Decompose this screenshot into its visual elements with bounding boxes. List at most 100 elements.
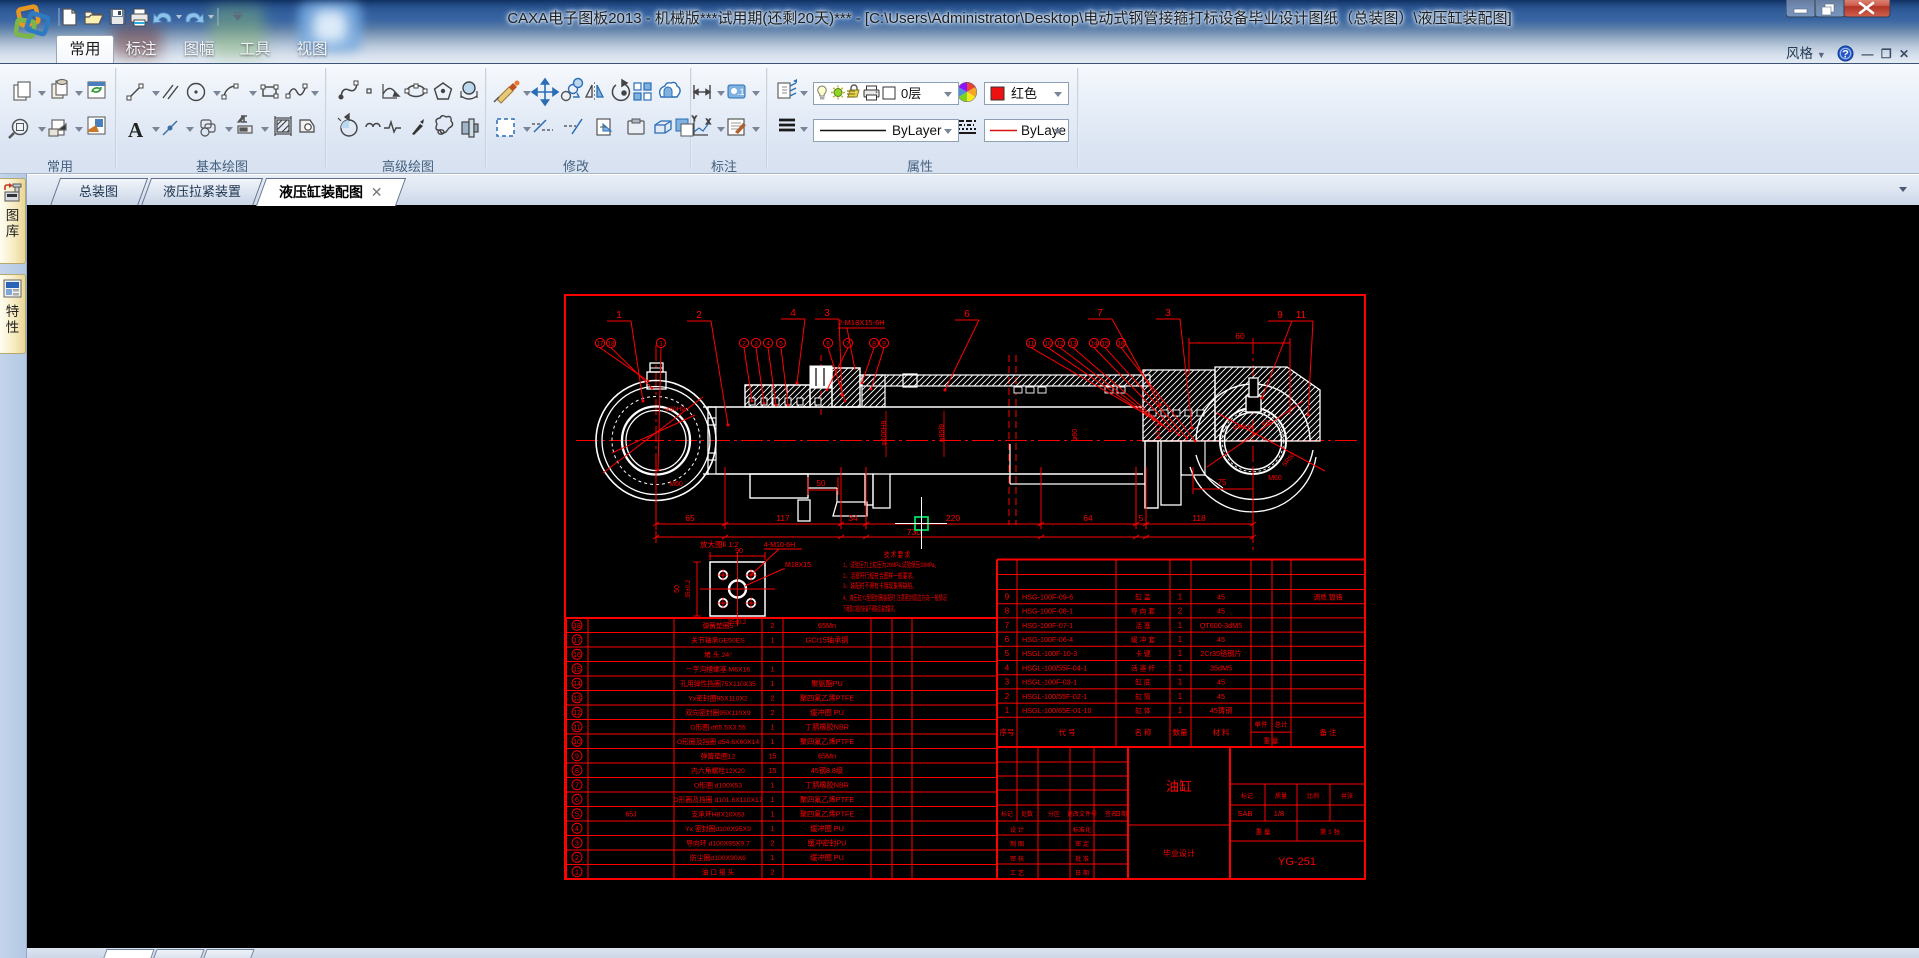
svg-text:18: 18: [607, 340, 615, 347]
svg-text:1: 1: [771, 723, 775, 732]
svg-text:工 艺: 工 艺: [1010, 869, 1024, 877]
svg-text:64: 64: [1083, 513, 1093, 523]
svg-text:总计: 总计: [1275, 719, 1289, 728]
svg-text:5: 5: [1005, 649, 1010, 658]
svg-text:11: 11: [573, 724, 580, 731]
svg-text:聚四氟乙烯PTFE: 聚四氟乙烯PTFE: [800, 810, 855, 819]
svg-text:50: 50: [674, 585, 681, 593]
svg-text:缸 盖: 缸 盖: [1135, 592, 1151, 601]
svg-text:6: 6: [1005, 635, 1010, 644]
svg-text:Y: Y: [692, 116, 697, 123]
svg-text:4: 4: [575, 826, 579, 833]
svg-text:1: 1: [771, 737, 775, 746]
svg-text:3、装配时不得有卡阻现象等缺陷。: 3、装配时不得有卡阻现象等缺陷。: [843, 581, 917, 590]
svg-text:4: 4: [1005, 663, 1010, 672]
svg-text:HSG-100F-08-1: HSG-100F-08-1: [1022, 607, 1073, 616]
svg-text:HSG-100F-07-1: HSG-100F-07-1: [1022, 621, 1073, 630]
svg-text:O形圈及挡圈 d54.6X60X14: O形圈及挡圈 d54.6X60X14: [677, 737, 760, 746]
svg-text:60: 60: [1235, 331, 1245, 341]
svg-text:45: 45: [1217, 635, 1225, 644]
svg-text:φ60H9: φ60H9: [1233, 424, 1253, 431]
svg-text:GCr15轴承钢: GCr15轴承钢: [806, 636, 849, 645]
svg-text:日期: 日期: [1115, 810, 1127, 818]
svg-text:O形圈及挡圈 d101.6X110X17: O形圈及挡圈 d101.6X110X17: [673, 795, 763, 804]
svg-text:O形圈 d100X53: O形圈 d100X53: [694, 782, 742, 790]
svg-text:数量: 数量: [1173, 727, 1189, 737]
svg-text:批 准: 批 准: [1075, 855, 1089, 863]
svg-text:1: 1: [771, 824, 775, 833]
svg-text:堵 头 24°: 堵 头 24°: [704, 650, 732, 659]
svg-text:45: 45: [1217, 678, 1225, 687]
svg-text:缓冲圈 PU: 缓冲圈 PU: [810, 853, 844, 862]
svg-text:14: 14: [573, 681, 581, 688]
svg-text:34: 34: [848, 513, 858, 523]
svg-text:9: 9: [882, 340, 886, 347]
svg-text:2-M18X15-6H: 2-M18X15-6H: [838, 318, 885, 327]
svg-text:缸 筒: 缸 筒: [1135, 692, 1151, 701]
svg-text:75: 75: [1218, 478, 1227, 487]
svg-text:1: 1: [771, 795, 775, 804]
svg-text:更改文件号: 更改文件号: [1067, 810, 1097, 818]
svg-text:12: 12: [1056, 340, 1064, 347]
svg-text:φ60H9: φ60H9: [665, 406, 685, 413]
svg-text:3: 3: [1165, 308, 1171, 319]
svg-text:标准化: 标准化: [1073, 826, 1092, 834]
svg-text:YG-251: YG-251: [1278, 856, 1316, 868]
svg-text:聚四氟乙烯PTFE: 聚四氟乙烯PTFE: [800, 737, 855, 746]
svg-text:缓冲密封PU: 缓冲密封PU: [808, 839, 847, 848]
svg-text:2: 2: [742, 340, 746, 347]
svg-text:下两唇口相对安装不得装反装错要求。: 下两唇口相对安装不得装反装错要求。: [843, 604, 897, 613]
svg-text:2: 2: [771, 694, 775, 703]
svg-text:2: 2: [771, 621, 775, 630]
svg-text:φ55: φ55: [1262, 421, 1273, 427]
svg-text:6: 6: [826, 340, 830, 347]
svg-text:M18X15: M18X15: [785, 562, 811, 569]
svg-text:3: 3: [1005, 678, 1010, 687]
svg-text:M60: M60: [669, 481, 683, 488]
svg-text:13: 13: [573, 695, 581, 702]
svg-text:45钢8.8级: 45钢8.8级: [811, 766, 843, 775]
svg-text:1: 1: [1178, 621, 1183, 630]
svg-text:X: X: [706, 119, 711, 126]
svg-text:M60: M60: [1268, 475, 1282, 482]
svg-text:65Mn: 65Mn: [818, 621, 836, 630]
svg-text:.1: .1: [737, 87, 745, 97]
svg-text:3: 3: [575, 840, 579, 847]
svg-text:技 术 要 求: 技 术 要 求: [884, 549, 910, 559]
svg-text:2: 2: [1178, 607, 1183, 616]
svg-text:1: 1: [659, 340, 663, 347]
svg-text:放大图Ⅱ 1:2: 放大图Ⅱ 1:2: [700, 539, 739, 549]
svg-text:1: 1: [771, 665, 775, 674]
svg-text:丁腈橡胶NBR: 丁腈橡胶NBR: [805, 723, 849, 732]
svg-text:0层: 0层: [901, 86, 921, 101]
svg-text:17: 17: [596, 340, 604, 347]
svg-text:聚氨酯PU: 聚氨酯PU: [811, 679, 843, 688]
svg-text:16: 16: [573, 652, 581, 659]
svg-text:15: 15: [573, 666, 581, 673]
svg-text:标记: 标记: [1001, 810, 1013, 818]
svg-text:8: 8: [872, 340, 876, 347]
svg-text:2、活塞杆行程符合图样一般要求。: 2、活塞杆行程符合图样一般要求。: [843, 571, 917, 580]
svg-text:缸 体: 缸 体: [1135, 706, 1151, 715]
svg-text:15: 15: [1101, 340, 1109, 347]
svg-text:5: 5: [1139, 513, 1144, 523]
svg-text:45: 45: [1217, 592, 1225, 601]
svg-text:油缸: 油缸: [1166, 779, 1192, 794]
svg-text:φ60: φ60: [1072, 429, 1079, 441]
svg-text:1: 1: [1178, 692, 1183, 701]
svg-text:1: 1: [575, 869, 579, 876]
svg-text:4-M10-6H: 4-M10-6H: [764, 542, 795, 549]
svg-text:16: 16: [1117, 340, 1125, 347]
svg-text:15: 15: [769, 766, 777, 775]
svg-text:65: 65: [685, 513, 695, 523]
svg-text:2: 2: [771, 708, 775, 717]
svg-text:油 口 接 头: 油 口 接 头: [702, 868, 735, 877]
svg-text:丁腈橡胶NBR: 丁腈橡胶NBR: [805, 781, 849, 790]
svg-text:35±0.2: 35±0.2: [728, 620, 747, 626]
svg-text:1: 1: [1178, 678, 1183, 687]
svg-text:1: 1: [616, 310, 622, 321]
svg-text:活 塞 杆: 活 塞 杆: [1131, 663, 1155, 672]
svg-text:9: 9: [575, 753, 579, 760]
svg-text:1: 1: [771, 810, 775, 819]
svg-text:1: 1: [1178, 706, 1183, 715]
